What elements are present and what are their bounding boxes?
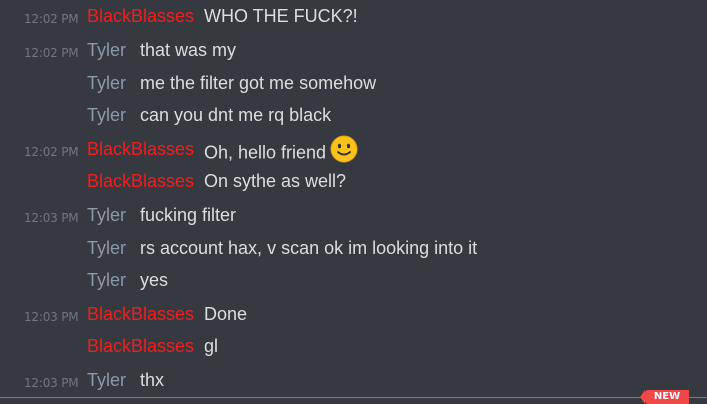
message: Tyler me the filter got me somehow [0, 69, 700, 101]
author-name[interactable]: Tyler [87, 238, 126, 259]
message-text: rs account hax, v scan ok im looking int… [140, 238, 478, 258]
author-name[interactable]: BlackBlasses [87, 304, 194, 325]
timestamp: 12:02 PM [24, 145, 79, 159]
author-name[interactable]: BlackBlasses [87, 6, 194, 27]
message: Tyler yes [0, 266, 700, 298]
new-messages-badge[interactable]: NEW [640, 390, 689, 404]
chat-log: 12:02 PM BlackBlasses WHO THE FUCK?! 12:… [0, 0, 707, 404]
timestamp: 12:02 PM [24, 46, 79, 60]
message: BlackBlasses On sythe as well? [0, 167, 700, 199]
author-name[interactable]: Tyler [87, 370, 126, 391]
message: 12:03 PM Tyler fucking filter [0, 201, 700, 233]
author-name[interactable]: Tyler [87, 73, 126, 94]
message: 12:03 PM BlackBlasses Done [0, 300, 700, 332]
message-text: me the filter got me somehow [140, 73, 377, 93]
message: BlackBlasses gl [0, 332, 700, 364]
message: 12:02 PM BlackBlasses Oh, hello friend [0, 135, 700, 167]
slightly-smiling-face-icon [330, 135, 358, 168]
message-content: Oh, hello friend [204, 135, 358, 168]
timestamp: 12:02 PM [24, 12, 79, 26]
message-text: gl [204, 336, 219, 356]
message-text: thx [140, 370, 165, 390]
message: Tyler rs account hax, v scan ok im looki… [0, 234, 700, 266]
message-text: On sythe as well? [204, 171, 347, 191]
message-text: can you dnt me rq black [140, 105, 332, 125]
message-text: fucking filter [140, 205, 237, 225]
message: 12:02 PM Tyler that was my [0, 36, 700, 68]
message-text: WHO THE FUCK?! [204, 6, 358, 26]
author-name[interactable]: BlackBlasses [87, 171, 194, 192]
author-name[interactable]: Tyler [87, 270, 126, 291]
message-text: yes [140, 270, 169, 290]
author-name[interactable]: Tyler [87, 205, 126, 226]
author-name[interactable]: Tyler [87, 40, 126, 61]
message-text: Done [204, 304, 248, 324]
message-text: that was my [140, 40, 237, 60]
new-messages-divider [0, 397, 707, 398]
author-name[interactable]: BlackBlasses [87, 139, 194, 160]
message-text: Oh, hello friend [204, 142, 327, 163]
message: 12:03 PM Tyler thx [0, 366, 700, 398]
timestamp: 12:03 PM [24, 310, 79, 324]
timestamp: 12:03 PM [24, 376, 79, 390]
timestamp: 12:03 PM [24, 211, 79, 225]
message: 12:02 PM BlackBlasses WHO THE FUCK?! [0, 2, 700, 34]
author-name[interactable]: Tyler [87, 105, 126, 126]
message: Tyler can you dnt me rq black [0, 101, 700, 133]
author-name[interactable]: BlackBlasses [87, 336, 194, 357]
